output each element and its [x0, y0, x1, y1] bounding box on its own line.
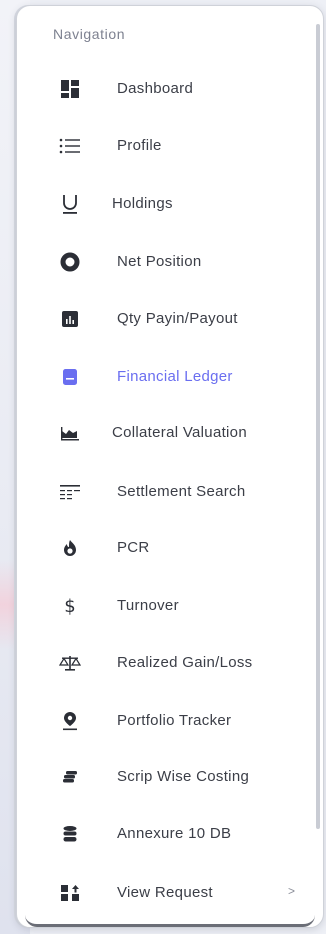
nav-item-label: Qty Payin/Payout	[117, 310, 238, 327]
nav-item-label: View Request	[117, 884, 213, 901]
nav-item-turnover[interactable]: $ Turnover	[17, 586, 313, 626]
bar-chart-square-icon	[58, 307, 82, 331]
nav-item-label: PCR	[117, 539, 150, 556]
nav-item-label: Profile	[117, 137, 162, 154]
ledger-icon	[58, 365, 82, 389]
chevron-right-icon: >	[288, 884, 296, 898]
nav-item-profile[interactable]: Profile	[17, 126, 313, 166]
nav-item-label: Collateral Valuation	[112, 424, 247, 441]
sidebar-scrollbar[interactable]	[316, 24, 320, 829]
area-chart-icon	[58, 421, 82, 445]
list-icon	[58, 134, 82, 158]
database-icon	[58, 822, 82, 846]
nav-item-realized-gain-loss[interactable]: Realized Gain/Loss	[17, 643, 313, 683]
location-pin-icon	[58, 709, 82, 733]
nav-item-label: Realized Gain/Loss	[117, 654, 253, 671]
nav-item-collateral-valuation[interactable]: Collateral Valuation	[17, 413, 313, 453]
nav-item-label: Settlement Search	[117, 483, 246, 500]
coins-icon	[58, 765, 82, 789]
dollar-icon: $	[64, 595, 76, 617]
nav-item-portfolio-tracker[interactable]: Portfolio Tracker	[17, 701, 313, 741]
nav-item-qty-payin-payout[interactable]: Qty Payin/Payout	[17, 299, 313, 339]
nav-item-label: Dashboard	[117, 80, 194, 97]
nav-item-label: Annexure 10 DB	[117, 825, 232, 842]
nav-item-financial-ledger[interactable]: Financial Ledger	[17, 357, 313, 397]
nav-item-dashboard[interactable]: Dashboard	[17, 69, 313, 109]
nav-item-label: Holdings	[112, 195, 173, 212]
nav-item-net-position[interactable]: Net Position	[17, 242, 313, 282]
nav-item-holdings[interactable]: Holdings	[17, 184, 313, 224]
request-icon	[58, 881, 82, 905]
table-search-icon	[58, 480, 82, 504]
nav-item-settlement-search[interactable]: Settlement Search	[17, 472, 313, 512]
ring-icon	[58, 250, 82, 274]
nav-item-scrip-wise-costing[interactable]: Scrip Wise Costing	[17, 757, 313, 797]
underline-u-icon	[58, 192, 82, 216]
nav-item-label: Portfolio Tracker	[117, 712, 232, 729]
dashboard-grid-icon	[58, 77, 82, 101]
panel-bottom-edge	[25, 914, 315, 927]
scale-icon	[58, 651, 82, 675]
nav-item-annexure-10-db[interactable]: Annexure 10 DB	[17, 814, 313, 854]
nav-item-label: Turnover	[117, 597, 179, 614]
nav-item-label: Scrip Wise Costing	[117, 768, 250, 785]
nav-item-view-request[interactable]: View Request >	[17, 873, 313, 913]
flame-icon	[58, 536, 82, 560]
section-title: Navigation	[53, 26, 126, 42]
nav-item-label: Net Position	[117, 253, 202, 270]
nav-item-pcr[interactable]: PCR	[17, 528, 313, 568]
navigation-sidebar: Navigation Dashboard Profile Holdings Ne…	[16, 5, 324, 928]
nav-item-label: Financial Ledger	[117, 368, 233, 385]
